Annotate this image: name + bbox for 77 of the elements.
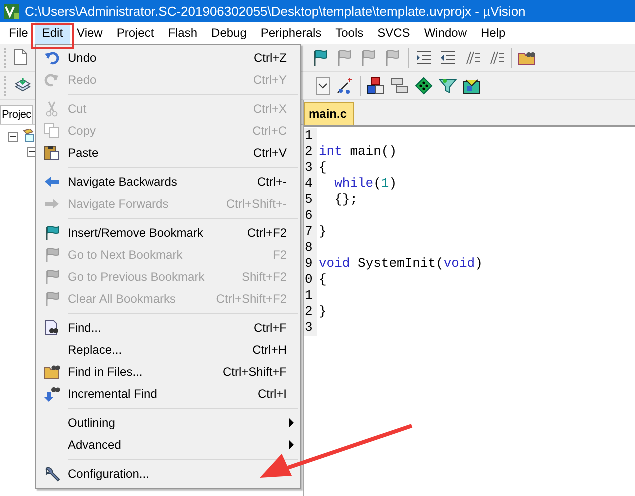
menu-option[interactable]: Undo Ctrl+Z [36,47,300,69]
menu-item[interactable]: Tools [328,22,371,44]
file-tab[interactable]: main.c [304,102,354,125]
magic-wand-icon[interactable] [336,76,354,94]
line-number: 8 [305,240,314,256]
submenu-arrow-icon [289,440,294,450]
menu-option[interactable]: Insert/Remove Bookmark Ctrl+F2 [36,222,300,244]
copy-icon [44,123,60,139]
code-line: void SystemInit(void) [319,256,483,271]
menu-item[interactable]: SVCS [370,22,418,44]
menu-option[interactable]: Paste Ctrl+V [36,142,300,164]
panel-tab[interactable]: Projec [0,105,34,124]
line-number: 2 [305,144,314,160]
menu-option[interactable]: Replace... Ctrl+H [36,339,300,361]
flag-icon [44,247,60,263]
flag-icon [44,225,60,241]
right-arrow-icon [44,198,60,210]
flag-icon[interactable] [312,48,330,66]
line-number: 2 [305,304,314,320]
line-number: 0 [305,272,314,288]
app-logo-icon [4,4,19,18]
indent-icon[interactable] [415,50,433,66]
layers-icon[interactable] [391,76,409,94]
menu-option[interactable]: Incremental Find Ctrl+I [36,383,300,405]
submenu-arrow-icon [289,418,294,428]
funnel-icon[interactable] [439,76,457,94]
code-line: { [319,272,327,287]
menu-item[interactable]: Window [417,22,474,44]
line-number: 5 [305,192,314,208]
folder-icon[interactable] [518,50,536,66]
line-number: 1 [305,288,314,304]
down-arrow-icon [44,386,60,402]
menu-item[interactable]: Edit [35,22,70,44]
menu-item[interactable]: Help [474,22,513,44]
menu-option[interactable]: Advanced [36,434,300,456]
menu-option[interactable]: Find in Files... Ctrl+Shift+F [36,361,300,383]
line-number: 3 [305,160,314,176]
code-line: { [319,160,327,175]
flag-icon [44,269,60,285]
menu-option[interactable]: Navigate Backwards Ctrl+- [36,171,300,193]
menu-item[interactable]: Peripherals [254,22,329,44]
code-line: while(1) [334,176,398,191]
menu-item[interactable]: File [2,22,36,44]
wrench-icon [44,466,60,482]
menu-item[interactable]: View [70,22,110,44]
line-number: 7 [305,224,314,240]
code-line: } [319,224,327,239]
expand-box-icon[interactable] [27,147,37,157]
download-icon[interactable] [14,78,32,94]
menu-option[interactable]: Outlining [36,412,300,434]
code-line: {}; [334,192,358,207]
components-icon[interactable] [367,76,385,94]
binoculars-document-icon [44,320,60,336]
clipboard-icon [44,145,60,161]
undo-icon [44,50,60,66]
line-number: 9 [305,256,314,272]
diamond-icon[interactable] [415,76,433,94]
line-number: 1 [305,128,314,144]
multicolor-board-icon[interactable] [463,76,481,94]
folder-icon [44,364,60,380]
menu-item[interactable]: Project [110,22,162,44]
code-line: int main() [319,144,398,159]
unindent-icon[interactable] [439,50,457,66]
window-title: C:\Users\Administrator.SC-201906302055\Desktop\template\template.uvprojx - µVision [25,4,526,18]
menu-option[interactable]: Find... Ctrl+F [36,317,300,339]
line-number: 4 [305,176,314,192]
code-line: } [319,304,327,319]
line-number: 3 [305,320,314,336]
flag-icon [44,291,60,307]
menu-option[interactable]: Configuration... [36,463,300,485]
line-number: 6 [305,208,314,224]
redo-icon [44,72,60,88]
new-file-icon[interactable] [14,49,28,66]
menu-item[interactable]: Flash [161,22,205,44]
left-arrow-icon [44,176,60,188]
scissors-icon [44,101,60,117]
menu-item[interactable]: Debug [204,22,254,44]
